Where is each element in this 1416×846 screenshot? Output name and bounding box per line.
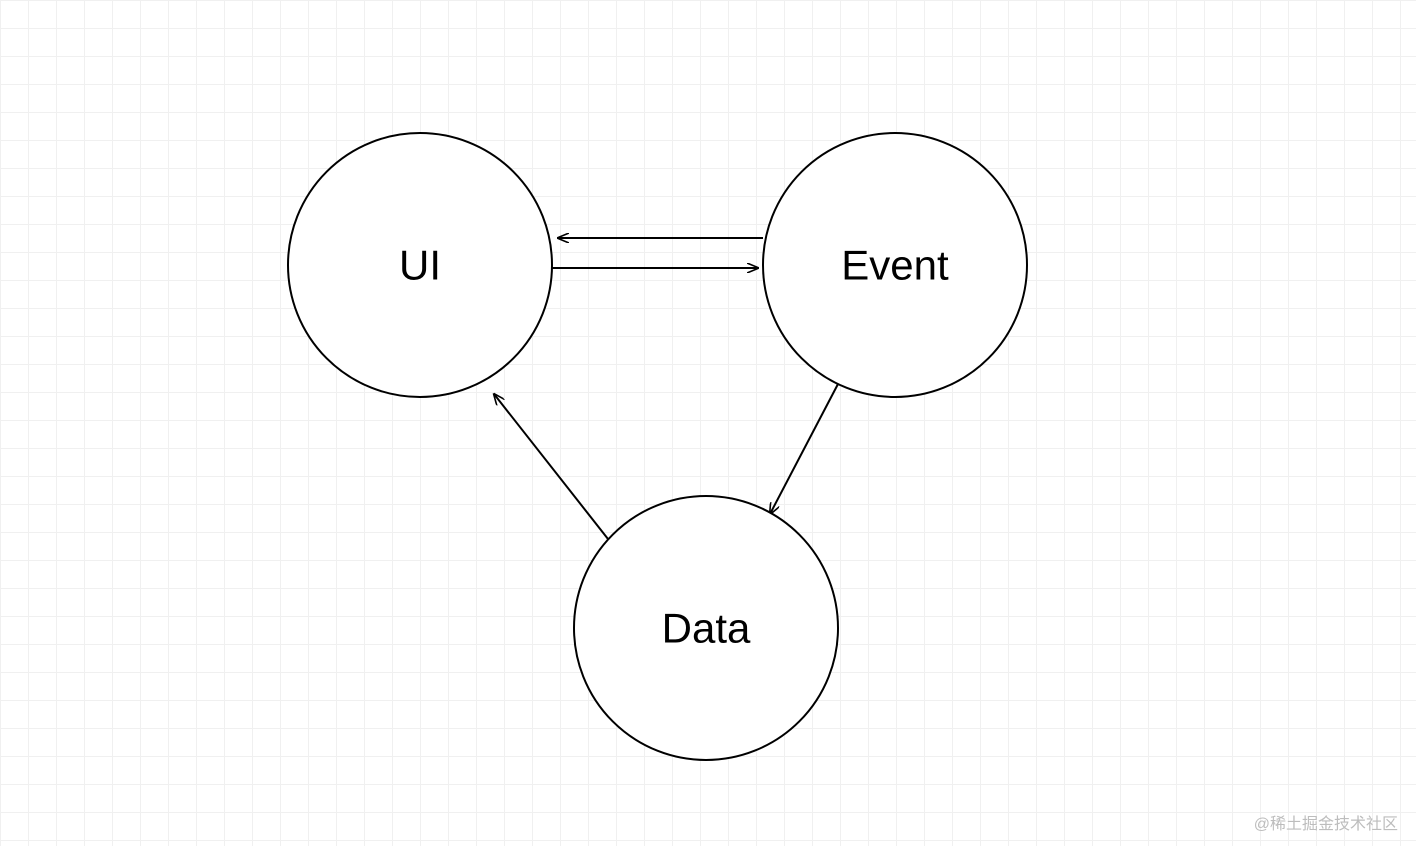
node-event: Event xyxy=(763,133,1027,397)
node-event-label: Event xyxy=(841,242,949,289)
node-ui-label: UI xyxy=(399,242,441,289)
edge-data-ui xyxy=(494,394,608,539)
watermark-text: @稀土掘金技术社区 xyxy=(1254,810,1398,834)
edge-event-data xyxy=(770,384,838,514)
node-data-label: Data xyxy=(662,605,751,652)
node-data: Data xyxy=(574,496,838,760)
node-ui: UI xyxy=(288,133,552,397)
diagram-canvas: UI Event Data xyxy=(0,0,1416,846)
edge-ui-event xyxy=(552,238,763,268)
